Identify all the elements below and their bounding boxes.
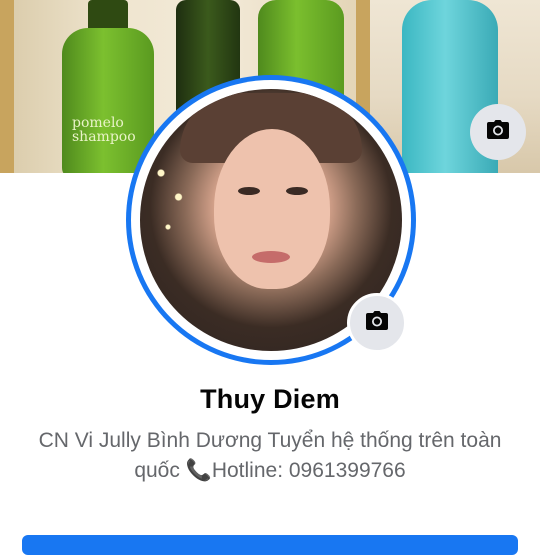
- edit-profile-picture-button[interactable]: [347, 293, 407, 353]
- camera-icon: [487, 120, 509, 144]
- camera-icon: [366, 311, 388, 335]
- photo-lips: [252, 251, 290, 263]
- photo-eye-right: [286, 187, 308, 195]
- cover-box-rim-left: [0, 0, 14, 173]
- profile-bio: CN Vi Jully Bình Dương Tuyển hệ thống tr…: [38, 429, 502, 482]
- edit-cover-photo-button[interactable]: [470, 104, 526, 160]
- background-lights: [140, 149, 210, 269]
- photo-face: [214, 129, 330, 289]
- profile-name: Thuy Diem: [200, 384, 340, 414]
- photo-eye-left: [238, 187, 260, 195]
- cover-product-label: pomelo shampoo: [72, 115, 136, 145]
- primary-action-button[interactable]: [22, 535, 518, 555]
